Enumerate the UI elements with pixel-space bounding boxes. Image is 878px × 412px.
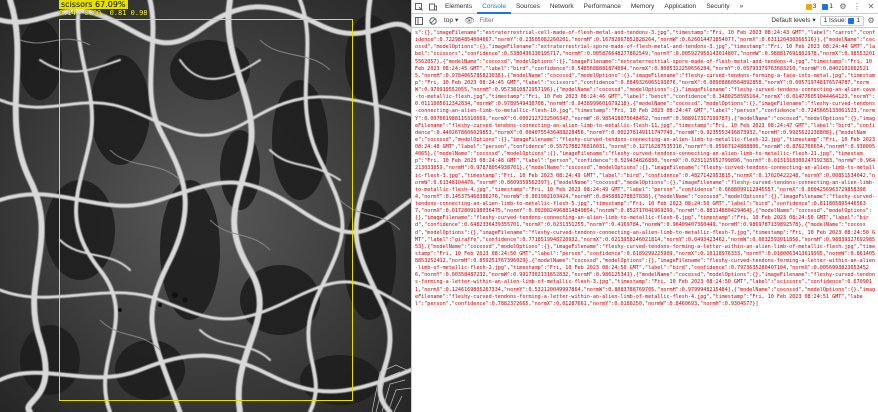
chevron-down-icon: ▾ <box>455 16 459 24</box>
devtools-tabbar: Elements Console Sources Network Perform… <box>412 0 878 14</box>
sidebar-toggle-icon[interactable] <box>412 14 426 28</box>
device-toggle-icon[interactable] <box>426 0 440 14</box>
detection-coordinates: 0.14, 0.00, 0.81 0.98 <box>59 9 148 17</box>
filter-input[interactable] <box>476 15 627 26</box>
log-levels-label: Default levels <box>771 16 811 24</box>
console-output: s":{},"imageFilename":"extraterrestrial-… <box>412 28 878 411</box>
warning-count: 3 <box>812 2 817 10</box>
gear-icon[interactable]: ⚙ <box>836 0 850 14</box>
detection-label: scissors 67.09% <box>59 0 128 9</box>
close-icon[interactable]: ✕ <box>864 0 878 14</box>
log-levels-dropdown[interactable]: Default levels ▾ <box>767 14 819 28</box>
image-viewport: scissors 67.09% 0.14, 0.00, 0.81 0.98 <box>0 0 411 412</box>
console-log-text: s":{},"imageFilename":"extraterrestrial-… <box>415 30 878 307</box>
tab-network[interactable]: Network <box>545 0 579 14</box>
context-label: top <box>444 16 454 24</box>
warning-icon <box>805 3 812 10</box>
clear-console-icon[interactable] <box>426 14 440 28</box>
issues-label: 1 Issue: <box>823 17 847 24</box>
tab-console[interactable]: Console <box>477 0 511 14</box>
issues-count: 1 <box>856 17 860 24</box>
tab-memory[interactable]: Memory <box>626 0 659 14</box>
devtools-panel: Elements Console Sources Network Perform… <box>411 0 878 412</box>
detection-bounding-box <box>59 19 353 401</box>
error-icon <box>822 3 829 10</box>
console-settings-gear-icon[interactable]: ⚙ <box>864 14 878 28</box>
errors-badge[interactable]: 1 <box>819 0 836 14</box>
inspect-icon[interactable] <box>412 0 426 14</box>
issue-icon <box>848 17 855 24</box>
tab-sources[interactable]: Sources <box>511 0 545 14</box>
error-count: 1 <box>829 2 833 10</box>
warnings-badge[interactable]: 3 <box>803 0 820 14</box>
chevron-down-icon: ▾ <box>812 16 816 24</box>
kebab-menu-icon[interactable]: ⋮ <box>850 0 864 14</box>
tab-application[interactable]: Application <box>659 0 701 14</box>
tab-performance[interactable]: Performance <box>579 0 626 14</box>
more-tabs-button[interactable]: » <box>735 0 749 14</box>
console-filterbar: top ▾ 👁 Default levels ▾ 1 Issue: 1 ⚙ <box>412 14 878 28</box>
context-selector[interactable]: top ▾ <box>440 14 462 28</box>
issues-button[interactable]: 1 Issue: 1 <box>819 15 864 26</box>
tab-security[interactable]: Security <box>701 0 734 14</box>
tab-elements[interactable]: Elements <box>440 0 477 14</box>
live-expression-icon[interactable]: 👁 <box>462 14 476 28</box>
